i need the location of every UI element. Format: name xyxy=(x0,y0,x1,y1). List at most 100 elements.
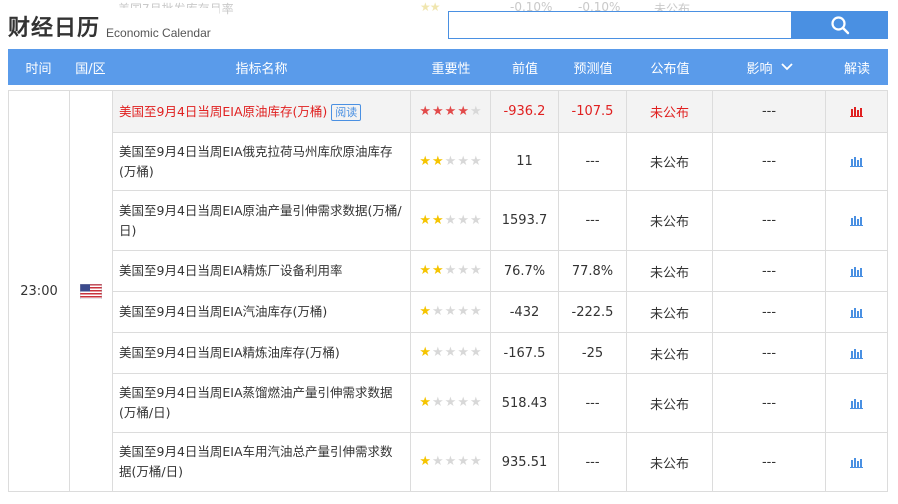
published-value: 未公布 xyxy=(627,374,713,432)
star-icon: ★ xyxy=(432,454,444,469)
header-importance: 重要性 xyxy=(431,61,471,77)
star-icon: ★ xyxy=(444,454,457,469)
star-icon: ★ xyxy=(469,263,482,278)
calendar-table: 23:00 美国至9月4日当周EIA原油库存(万桶) 阅读 ★ ★ ★ ★ ★ -936.2-… xyxy=(8,90,888,492)
star-icon: ★ xyxy=(457,395,469,410)
interpretation-cell xyxy=(826,374,888,432)
previous-value: -432 xyxy=(491,292,559,332)
interpretation-cell xyxy=(826,91,888,132)
event-time: 23:00 xyxy=(9,91,70,492)
forecast-value: -107.5 xyxy=(559,91,627,132)
table-row[interactable]: 美国至9月4日当周EIA汽油库存(万桶) ★ ★ ★ ★ ★ -432 -222.5 未公布 --… xyxy=(113,292,888,333)
brand-title-en: Economic Calendar xyxy=(106,26,211,40)
star-icon: ★ xyxy=(419,103,432,119)
star-icon: ★ xyxy=(419,454,432,469)
table-row[interactable]: 美国至9月4日当周EIA蒸馏燃油产量引伸需求数据(万桶/日) ★ ★ ★ ★ ★ 518.4… xyxy=(113,374,888,433)
brand-title: 财经日历 Economic Calendar xyxy=(8,8,219,44)
header-interpretation: 解读 xyxy=(843,61,870,77)
star-icon: ★ xyxy=(469,212,482,228)
star-icon: ★ xyxy=(457,345,469,360)
interpretation-cell xyxy=(826,251,888,291)
header-time: 时间 xyxy=(25,61,52,77)
indicator-name: 美国至9月4日当周EIA蒸馏燃油产量引伸需求数据(万桶/日) xyxy=(119,385,393,420)
forecast-value: -25 xyxy=(559,333,627,373)
star-icon: ★ xyxy=(457,212,469,228)
table-row[interactable]: 美国至9月4日当周EIA精炼厂设备利用率 ★ ★ ★ ★ ★ 76.7% 77.8% 未公布 --… xyxy=(113,251,888,292)
previous-value: 518.43 xyxy=(491,374,559,432)
effect-value: --- xyxy=(713,191,826,250)
star-icon: ★ xyxy=(457,454,469,469)
star-icon: ★ xyxy=(419,263,432,278)
us-flag-icon xyxy=(80,283,102,299)
previous-value: 76.7% xyxy=(491,251,559,291)
effect-value: --- xyxy=(713,292,826,332)
forecast-value: -222.5 xyxy=(559,292,627,332)
table-row[interactable]: 美国至9月4日当周EIA精炼油库存(万桶) ★ ★ ★ ★ ★ -167.5 -25 未公布 --… xyxy=(113,333,888,374)
importance-stars: ★ ★ ★ ★ ★ xyxy=(411,191,491,250)
effect-value: --- xyxy=(713,433,826,491)
indicator-name: 美国至9月4日当周EIA精炼厂设备利用率 xyxy=(119,263,343,278)
forecast-value: --- xyxy=(559,374,627,432)
indicator-name-cell: 美国至9月4日当周EIA精炼厂设备利用率 xyxy=(113,251,411,291)
star-icon: ★ xyxy=(432,304,444,319)
header-effect-dropdown[interactable]: 影响 xyxy=(713,49,826,85)
table-row[interactable]: 美国至9月4日当周EIA原油库存(万桶) 阅读 ★ ★ ★ ★ ★ -936.2 -107.5 未… xyxy=(113,91,888,133)
header-effect-label: 影响 xyxy=(746,61,773,77)
star-icon: ★ xyxy=(469,395,482,410)
forecast-value: --- xyxy=(559,433,627,491)
star-icon: ★ xyxy=(419,395,432,410)
forecast-value: --- xyxy=(559,191,627,250)
forecast-value: --- xyxy=(559,133,627,190)
read-tag-button[interactable]: 阅读 xyxy=(331,103,362,121)
brand-title-cn: 财经日历 xyxy=(8,16,101,41)
importance-stars: ★ ★ ★ ★ ★ xyxy=(411,133,491,190)
star-icon: ★ xyxy=(419,153,432,169)
star-icon: ★ xyxy=(469,153,482,169)
effect-value: --- xyxy=(713,133,826,190)
table-header: 时间 国/区 指标名称 重要性 前值 预测值 公布值 影响 解读 xyxy=(8,49,888,85)
table-row[interactable]: 美国至9月4日当周EIA车用汽油总产量引伸需求数据(万桶/日) ★ ★ ★ ★ ★ 935.… xyxy=(113,433,888,492)
indicator-name-cell: 美国至9月4日当周EIA汽油库存(万桶) xyxy=(113,292,411,332)
star-icon: ★ xyxy=(432,153,444,169)
bar-chart-icon[interactable] xyxy=(850,215,863,226)
header-forecast: 预测值 xyxy=(573,61,613,77)
star-icon: ★ xyxy=(469,304,482,319)
interpretation-cell xyxy=(826,333,888,373)
star-icon: ★ xyxy=(419,304,432,319)
forecast-value: 77.8% xyxy=(559,251,627,291)
indicator-name-cell: 美国至9月4日当周EIA原油产量引伸需求数据(万桶/日) xyxy=(113,191,411,250)
ghost-stars: ★★ xyxy=(420,0,440,14)
bar-chart-icon[interactable] xyxy=(850,457,863,468)
star-icon: ★ xyxy=(469,103,482,119)
star-icon: ★ xyxy=(444,263,457,278)
effect-value: --- xyxy=(713,91,826,132)
search-button[interactable] xyxy=(791,11,888,39)
bar-chart-icon[interactable] xyxy=(850,398,863,409)
indicator-name[interactable]: 美国至9月4日当周EIA原油库存(万桶) xyxy=(119,104,327,119)
interpretation-cell xyxy=(826,433,888,491)
effect-value: --- xyxy=(713,251,826,291)
star-icon: ★ xyxy=(444,304,457,319)
bar-chart-icon[interactable] xyxy=(850,266,863,277)
bar-chart-icon[interactable] xyxy=(850,156,863,167)
published-value: 未公布 xyxy=(627,91,713,132)
header-previous: 前值 xyxy=(511,61,538,77)
bar-chart-icon[interactable] xyxy=(850,307,863,318)
search-input[interactable] xyxy=(448,11,791,39)
published-value: 未公布 xyxy=(627,133,713,190)
table-row[interactable]: 美国至9月4日当周EIA原油产量引伸需求数据(万桶/日) ★ ★ ★ ★ ★ 1593.7-… xyxy=(113,191,888,251)
interpretation-cell xyxy=(826,191,888,250)
published-value: 未公布 xyxy=(627,292,713,332)
interpretation-cell xyxy=(826,133,888,190)
importance-stars: ★ ★ ★ ★ ★ xyxy=(411,433,491,491)
star-icon: ★ xyxy=(432,263,444,278)
published-value: 未公布 xyxy=(627,191,713,250)
bar-chart-icon[interactable] xyxy=(850,348,863,359)
previous-value: 1593.7 xyxy=(491,191,559,250)
table-row[interactable]: 美国至9月4日当周EIA俄克拉荷马州库欣原油库存(万桶) ★ ★ ★ ★ ★ 11 --- 未公… xyxy=(113,133,888,191)
search-bar xyxy=(448,11,888,39)
bar-chart-icon[interactable] xyxy=(850,106,863,117)
star-icon: ★ xyxy=(444,212,457,228)
indicator-name-cell: 美国至9月4日当周EIA车用汽油总产量引伸需求数据(万桶/日) xyxy=(113,433,411,491)
star-icon: ★ xyxy=(444,395,457,410)
